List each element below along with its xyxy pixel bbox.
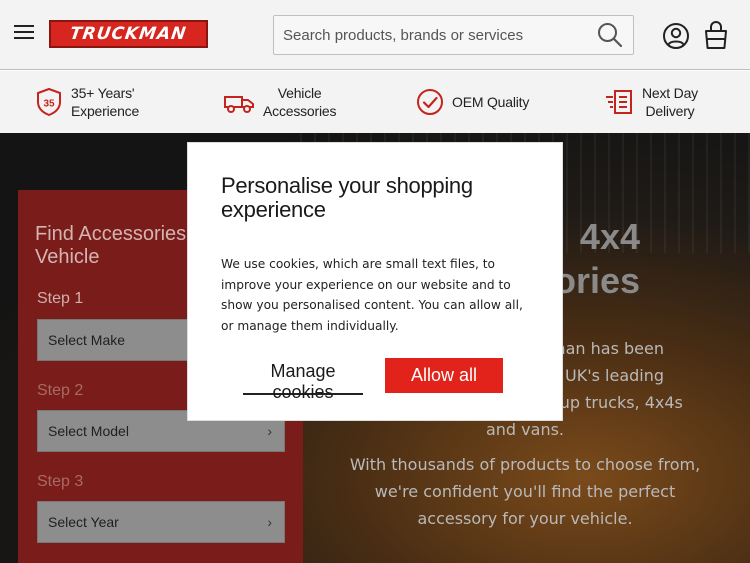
usp-experience-label: 35+ Years' Experience — [71, 84, 139, 120]
chevron-right-icon: › — [267, 514, 272, 530]
usp-oem: OEM Quality — [416, 71, 529, 133]
usp-oem-label: OEM Quality — [452, 93, 529, 111]
usp-bar: 35 35+ Years' Experience Vehicle Accesso… — [0, 71, 750, 133]
cookie-dialog-title-line1: Personalise your shopping — [221, 173, 473, 198]
search-input[interactable] — [274, 16, 594, 54]
hero-text2-line1: With thousands of products to choose fro… — [349, 455, 701, 474]
hero-text2-line2: we're confident you'll find the perfect — [374, 482, 676, 501]
usp-oem-line1: OEM Quality — [452, 94, 530, 110]
usp-accessories-line1: Vehicle — [277, 85, 322, 101]
usp-accessories-line2: Accessories — [263, 103, 337, 119]
step-1-label: Step 1 — [37, 290, 84, 307]
step-3-label: Step 3 — [37, 473, 84, 490]
select-year-dropdown[interactable]: Select Year › — [37, 501, 285, 543]
search-icon[interactable] — [597, 22, 623, 48]
usp-experience-line1: 35+ Years' — [71, 85, 135, 101]
account-icon[interactable] — [662, 22, 690, 50]
cookie-consent-dialog: Personalise your shopping experience We … — [187, 142, 563, 421]
usp-accessories-label: Vehicle Accessories — [263, 84, 336, 120]
manage-cookies-button[interactable]: Manage cookies — [243, 361, 363, 402]
cart-icon[interactable] — [703, 20, 729, 50]
menu-icon[interactable] — [14, 25, 34, 41]
step-2-label: Step 2 — [37, 382, 84, 399]
usp-delivery-line2: Delivery — [645, 103, 695, 119]
check-circle-icon — [417, 89, 443, 115]
hero-secondary-text: With thousands of products to choose fro… — [330, 451, 720, 532]
delivery-icon — [606, 90, 632, 114]
hero-text2-line3: accessory for your vehicle. — [417, 509, 633, 528]
logo-text: TRUCKMAN — [68, 24, 189, 44]
cookie-dialog-title-line2: experience — [221, 197, 326, 222]
select-make-value: Select Make — [48, 332, 126, 348]
usp-delivery-label: Next Day Delivery — [642, 84, 698, 120]
cookie-dialog-body: We use cookies, which are small text fil… — [221, 257, 523, 333]
usp-accessories: Vehicle Accessories — [223, 71, 336, 133]
select-model-value: Select Model — [48, 423, 129, 439]
badge-35-icon: 35 — [37, 87, 61, 117]
select-year-value: Select Year — [48, 514, 119, 530]
usp-delivery-line1: Next Day — [642, 85, 698, 101]
usp-experience-line2: Experience — [71, 103, 140, 119]
truckman-logo[interactable]: TRUCKMAN — [49, 20, 208, 48]
site-header: TRUCKMAN — [0, 0, 750, 70]
van-icon — [224, 96, 254, 113]
badge-number: 35 — [43, 99, 55, 110]
usp-delivery: Next Day Delivery — [604, 71, 698, 133]
search-box — [273, 15, 634, 55]
cookie-dialog-title: Personalise your shopping experience — [221, 174, 541, 222]
usp-experience: 35 35+ Years' Experience — [35, 71, 139, 133]
allow-all-button[interactable]: Allow all — [385, 358, 503, 393]
